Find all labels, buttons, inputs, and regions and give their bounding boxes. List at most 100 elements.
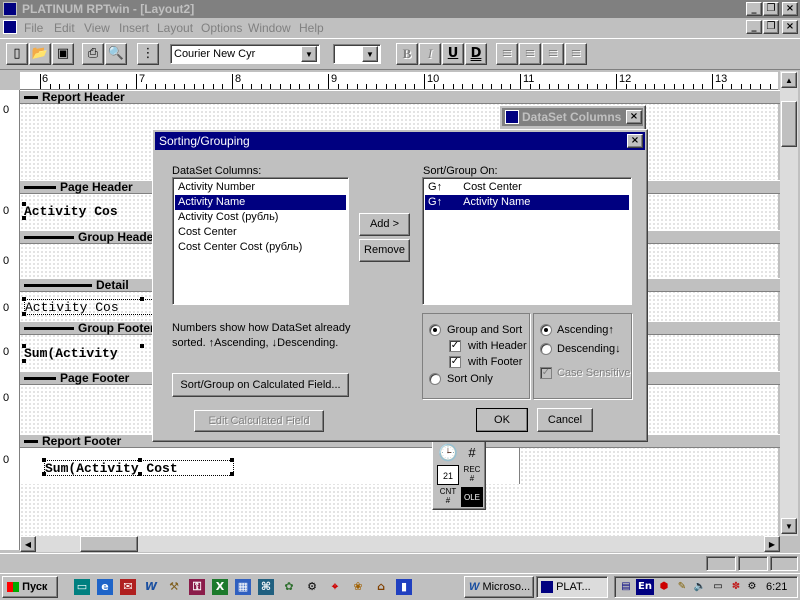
scroll-left-icon[interactable]: ◀	[20, 536, 36, 552]
calculated-field-button[interactable]: Sort/Group on Calculated Field...	[172, 373, 349, 397]
page-header-field[interactable]: Activity Cos	[24, 204, 154, 220]
descending-label[interactable]: Descending↓	[557, 343, 621, 355]
font-name-select[interactable]: Courier New Cyr ▼	[170, 44, 320, 64]
list-item[interactable]: G↑ Cost Center	[425, 180, 629, 195]
list-item[interactable]: G↑ Activity Name	[425, 195, 629, 210]
cancel-button[interactable]: Cancel	[537, 408, 593, 432]
count-icon[interactable]: CNT #	[437, 487, 459, 507]
calendar-icon[interactable]: 21	[437, 465, 459, 485]
sort-group-list[interactable]: G↑ Cost Center G↑ Activity Name	[422, 177, 632, 305]
word-icon[interactable]: W	[143, 579, 159, 595]
group-and-sort-label[interactable]: Group and Sort	[447, 324, 522, 336]
add-button[interactable]: Add >	[359, 213, 410, 236]
settings-tray-icon[interactable]: ⚙	[744, 579, 760, 595]
ole-icon[interactable]: OLE	[461, 487, 483, 507]
new-file-icon[interactable]: ▯	[6, 43, 28, 65]
band-report-header[interactable]: Report Header	[20, 90, 780, 104]
close-icon[interactable]: ×	[782, 2, 798, 16]
scroll-thumb[interactable]	[80, 536, 138, 552]
print-preview-icon[interactable]: 🔍	[105, 43, 127, 65]
font-size-select[interactable]: ▼	[333, 44, 381, 64]
italic-button[interactable]: I	[419, 43, 441, 65]
chevron-down-icon[interactable]: ▼	[301, 46, 317, 62]
book-icon[interactable]: ▮	[396, 579, 412, 595]
desktop-icon[interactable]: ▭	[74, 579, 90, 595]
ascending-label[interactable]: Ascending↑	[557, 324, 614, 336]
menu-file[interactable]: File	[24, 21, 43, 35]
menu-view[interactable]: View	[84, 21, 110, 35]
browser-icon[interactable]: e	[97, 579, 113, 595]
case-sensitive-checkbox[interactable]: ✓	[540, 367, 552, 379]
scroll-down-icon[interactable]: ▼	[781, 518, 797, 534]
mail-icon[interactable]: ✉	[120, 579, 136, 595]
puzzle-icon[interactable]: ✿	[281, 579, 297, 595]
calendar-app-icon[interactable]: ▦	[235, 579, 251, 595]
menu-help[interactable]: Help	[299, 21, 324, 35]
dataset-columns-list[interactable]: Activity Number Activity Name Activity C…	[172, 177, 349, 305]
group-and-sort-radio[interactable]	[429, 324, 441, 336]
align-left-icon[interactable]: ≡	[496, 43, 518, 65]
antivirus-icon[interactable]: ⬢	[656, 579, 672, 595]
scroll-up-icon[interactable]: ▲	[781, 72, 797, 88]
tools-icon[interactable]: ⚒	[166, 579, 182, 595]
task-word[interactable]: W Microso...	[464, 576, 534, 598]
menu-options[interactable]: Options	[201, 21, 242, 35]
target-icon[interactable]: ⌖	[327, 579, 343, 595]
chevron-down-icon[interactable]: ▼	[362, 46, 378, 62]
list-item[interactable]: Activity Number	[175, 180, 346, 195]
menu-insert[interactable]: Insert	[119, 21, 149, 35]
case-sensitive-label[interactable]: Case Sensitive	[557, 367, 630, 379]
document-icon[interactable]	[3, 20, 17, 34]
menu-edit[interactable]: Edit	[54, 21, 75, 35]
minimize-icon[interactable]: _	[746, 2, 762, 16]
doc-minimize-icon[interactable]: _	[746, 20, 762, 34]
scanner-icon[interactable]: ⚙	[304, 579, 320, 595]
list-item[interactable]: Cost Center Cost (рубль)	[175, 240, 346, 255]
menu-window[interactable]: Window	[248, 21, 291, 35]
with-footer-checkbox[interactable]: ✓	[449, 356, 461, 368]
start-button[interactable]: Пуск	[2, 576, 58, 598]
descending-radio[interactable]	[540, 343, 552, 355]
double-underline-button[interactable]: D	[465, 43, 487, 65]
open-folder-icon[interactable]: 📂	[29, 43, 51, 65]
print-icon[interactable]: ⎙	[82, 43, 104, 65]
grid-icon[interactable]: ⋮	[137, 43, 159, 65]
close-icon[interactable]: ×	[627, 134, 643, 148]
ok-button[interactable]: OK	[476, 408, 528, 432]
doc-restore-icon[interactable]: ❐	[763, 20, 779, 34]
detail-field[interactable]: Activity Cos	[24, 299, 154, 315]
underline-button[interactable]: U	[442, 43, 464, 65]
scroll-right-icon[interactable]: ▶	[764, 536, 780, 552]
list-item[interactable]: Cost Center	[175, 225, 346, 240]
remove-button[interactable]: Remove	[359, 239, 410, 262]
sort-only-label[interactable]: Sort Only	[447, 373, 493, 385]
dialog-title-bar[interactable]: Sorting/Grouping ×	[155, 132, 645, 150]
flower-tray-icon[interactable]: ✽	[728, 579, 744, 595]
save-icon[interactable]: ▣	[52, 43, 74, 65]
speaker-icon[interactable]: 🔈	[692, 579, 708, 595]
app-title-bar[interactable]: PLATINUM RPTwin - [Layout2] _ ❐ ×	[0, 0, 800, 18]
page-number-icon[interactable]: #	[461, 443, 483, 463]
network-icon[interactable]: ⌘	[258, 579, 274, 595]
edit-calculated-field-button[interactable]: Edit Calculated Field	[194, 410, 324, 432]
flower-icon[interactable]: ❀	[350, 579, 366, 595]
with-header-checkbox[interactable]: ✓	[449, 340, 461, 352]
list-item[interactable]: Activity Cost (рубль)	[175, 210, 346, 225]
scroll-thumb[interactable]	[781, 101, 797, 147]
doc-close-icon[interactable]: ×	[782, 20, 798, 34]
tray-app-icon[interactable]: ▤	[618, 579, 634, 595]
task-platinum[interactable]: PLAT...	[536, 576, 608, 598]
pen-icon[interactable]: ✎	[674, 579, 690, 595]
align-right-icon[interactable]: ≡	[542, 43, 564, 65]
language-indicator[interactable]: En	[636, 579, 654, 595]
horizontal-scrollbar[interactable]: ◀ ▶	[20, 536, 780, 552]
menu-layout[interactable]: Layout	[157, 21, 193, 35]
record-count-icon[interactable]: REC #	[461, 465, 483, 485]
bold-button[interactable]: B	[396, 43, 418, 65]
with-header-label[interactable]: with Header	[468, 340, 527, 352]
dataset-panel-title-bar[interactable]: DataSet Columns ×	[502, 108, 643, 126]
ascending-radio[interactable]	[540, 324, 552, 336]
monitor-icon[interactable]: ▭	[710, 579, 726, 595]
align-center-icon[interactable]: ≡	[519, 43, 541, 65]
sort-only-radio[interactable]	[429, 373, 441, 385]
